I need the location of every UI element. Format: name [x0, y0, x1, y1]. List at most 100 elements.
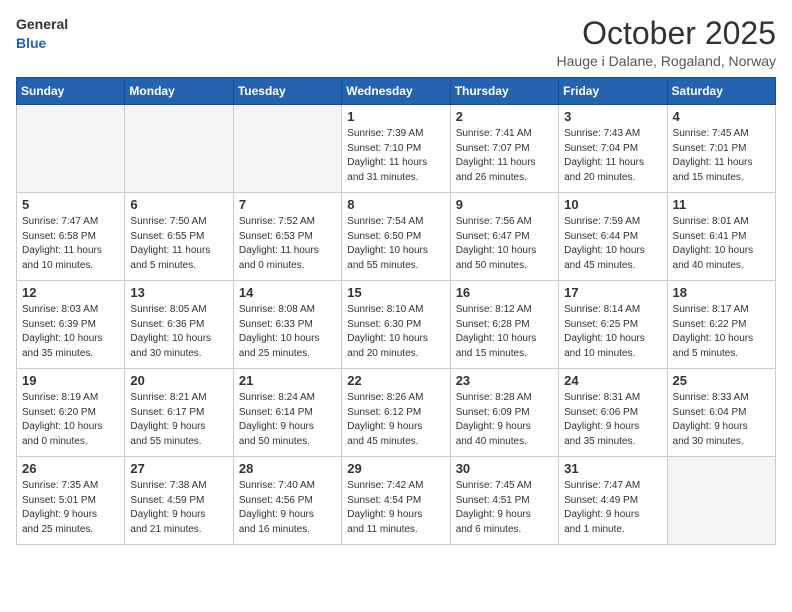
week-row-1: 1Sunrise: 7:39 AM Sunset: 7:10 PM Daylig… — [17, 105, 776, 193]
day-number-14: 14 — [239, 285, 336, 300]
day-number-13: 13 — [130, 285, 227, 300]
day-cell-4: 4 Sunrise: 7:45 AM Sunset: 7:01 PM Daylig… — [667, 105, 775, 193]
day-cell-19: 19 Sunrise: 8:19 AM Sunset: 6:20 PM Dayli… — [17, 369, 125, 457]
calendar-table: SundayMondayTuesdayWednesdayThursdayFrid… — [16, 77, 776, 545]
page-header: General Blue October 2025 Hauge i Dalane… — [16, 16, 776, 69]
day-info-16: Sunrise: 8:12 AM Sunset: 6:28 PM Dayligh… — [456, 303, 553, 361]
day-info-27: Sunrise: 7:38 AM Sunset: 4:59 PM Dayligh… — [130, 479, 227, 537]
day-number-29: 29 — [347, 461, 444, 476]
day-cell-13: 13 Sunrise: 8:05 AM Sunset: 6:36 PM Dayli… — [125, 281, 233, 369]
header-monday: Monday — [125, 78, 233, 105]
subtitle: Hauge i Dalane, Rogaland, Norway — [557, 53, 776, 69]
day-info-4: Sunrise: 7:45 AM Sunset: 7:01 PM Dayligh… — [673, 127, 770, 185]
day-cell-21: 21Sunrise: 8:24 AM Sunset: 6:14 PM Dayli… — [233, 369, 341, 457]
day-info-8: Sunrise: 7:54 AM Sunset: 6:50 PM Dayligh… — [347, 215, 444, 273]
month-title: October 2025 — [557, 16, 776, 51]
logo: General Blue — [16, 16, 88, 53]
day-number-12: 12 — [22, 285, 119, 300]
day-number-5: 5 — [22, 197, 119, 212]
week-row-5: 26Sunrise: 7:35 AM Sunset: 5:01 PM Dayli… — [17, 457, 776, 545]
day-number-3: 3 — [564, 109, 661, 124]
day-number-15: 15 — [347, 285, 444, 300]
day-cell-20: 20Sunrise: 8:21 AM Sunset: 6:17 PM Dayli… — [125, 369, 233, 457]
empty-cell-w0-d1 — [125, 105, 233, 193]
day-info-10: Sunrise: 7:59 AM Sunset: 6:44 PM Dayligh… — [564, 215, 661, 273]
day-cell-11: 11 Sunrise: 8:01 AM Sunset: 6:41 PM Dayli… — [667, 193, 775, 281]
day-cell-1: 1Sunrise: 7:39 AM Sunset: 7:10 PM Daylig… — [342, 105, 450, 193]
day-number-6: 6 — [130, 197, 227, 212]
day-number-7: 7 — [239, 197, 336, 212]
day-cell-29: 29 Sunrise: 7:42 AM Sunset: 4:54 PM Dayli… — [342, 457, 450, 545]
day-cell-8: 8 Sunrise: 7:54 AM Sunset: 6:50 PM Daylig… — [342, 193, 450, 281]
day-cell-23: 23 Sunrise: 8:28 AM Sunset: 6:09 PM Dayli… — [450, 369, 558, 457]
day-info-19: Sunrise: 8:19 AM Sunset: 6:20 PM Dayligh… — [22, 391, 119, 449]
day-cell-2: 2 Sunrise: 7:41 AM Sunset: 7:07 PM Daylig… — [450, 105, 558, 193]
day-info-12: Sunrise: 8:03 AM Sunset: 6:39 PM Dayligh… — [22, 303, 119, 361]
day-info-22: Sunrise: 8:26 AM Sunset: 6:12 PM Dayligh… — [347, 391, 444, 449]
day-cell-14: 14 Sunrise: 8:08 AM Sunset: 6:33 PM Dayli… — [233, 281, 341, 369]
day-number-24: 24 — [564, 373, 661, 388]
day-cell-15: 15 Sunrise: 8:10 AM Sunset: 6:30 PM Dayli… — [342, 281, 450, 369]
day-number-23: 23 — [456, 373, 553, 388]
day-cell-26: 26Sunrise: 7:35 AM Sunset: 5:01 PM Dayli… — [17, 457, 125, 545]
header-wednesday: Wednesday — [342, 78, 450, 105]
day-cell-16: 16 Sunrise: 8:12 AM Sunset: 6:28 PM Dayli… — [450, 281, 558, 369]
day-number-27: 27 — [130, 461, 227, 476]
empty-cell-w0-d2 — [233, 105, 341, 193]
day-cell-31: 31Sunrise: 7:47 AM Sunset: 4:49 PM Dayli… — [559, 457, 667, 545]
empty-cell-w4-d6 — [667, 457, 775, 545]
day-number-22: 22 — [347, 373, 444, 388]
day-number-11: 11 — [673, 197, 770, 212]
day-number-17: 17 — [564, 285, 661, 300]
header-row: SundayMondayTuesdayWednesdayThursdayFrid… — [17, 78, 776, 105]
header-saturday: Saturday — [667, 78, 775, 105]
logo-bird-icon — [70, 16, 88, 34]
day-number-19: 19 — [22, 373, 119, 388]
day-cell-18: 18 Sunrise: 8:17 AM Sunset: 6:22 PM Dayli… — [667, 281, 775, 369]
day-info-5: Sunrise: 7:47 AM Sunset: 6:58 PM Dayligh… — [22, 215, 119, 273]
day-info-28: Sunrise: 7:40 AM Sunset: 4:56 PM Dayligh… — [239, 479, 336, 537]
day-cell-6: 6Sunrise: 7:50 AM Sunset: 6:55 PM Daylig… — [125, 193, 233, 281]
day-number-16: 16 — [456, 285, 553, 300]
day-number-26: 26 — [22, 461, 119, 476]
day-info-24: Sunrise: 8:31 AM Sunset: 6:06 PM Dayligh… — [564, 391, 661, 449]
logo-blue: Blue — [16, 35, 46, 51]
day-info-14: Sunrise: 8:08 AM Sunset: 6:33 PM Dayligh… — [239, 303, 336, 361]
day-info-30: Sunrise: 7:45 AM Sunset: 4:51 PM Dayligh… — [456, 479, 553, 537]
day-cell-3: 3 Sunrise: 7:43 AM Sunset: 7:04 PM Daylig… — [559, 105, 667, 193]
week-row-4: 19 Sunrise: 8:19 AM Sunset: 6:20 PM Dayli… — [17, 369, 776, 457]
header-tuesday: Tuesday — [233, 78, 341, 105]
day-cell-24: 24 Sunrise: 8:31 AM Sunset: 6:06 PM Dayli… — [559, 369, 667, 457]
day-cell-25: 25Sunrise: 8:33 AM Sunset: 6:04 PM Dayli… — [667, 369, 775, 457]
day-info-11: Sunrise: 8:01 AM Sunset: 6:41 PM Dayligh… — [673, 215, 770, 273]
day-info-2: Sunrise: 7:41 AM Sunset: 7:07 PM Dayligh… — [456, 127, 553, 185]
title-block: October 2025 Hauge i Dalane, Rogaland, N… — [557, 16, 776, 69]
day-cell-9: 9Sunrise: 7:56 AM Sunset: 6:47 PM Daylig… — [450, 193, 558, 281]
day-info-29: Sunrise: 7:42 AM Sunset: 4:54 PM Dayligh… — [347, 479, 444, 537]
day-number-30: 30 — [456, 461, 553, 476]
day-info-7: Sunrise: 7:52 AM Sunset: 6:53 PM Dayligh… — [239, 215, 336, 273]
day-cell-28: 28Sunrise: 7:40 AM Sunset: 4:56 PM Dayli… — [233, 457, 341, 545]
day-info-25: Sunrise: 8:33 AM Sunset: 6:04 PM Dayligh… — [673, 391, 770, 449]
day-number-2: 2 — [456, 109, 553, 124]
day-number-4: 4 — [673, 109, 770, 124]
day-cell-27: 27 Sunrise: 7:38 AM Sunset: 4:59 PM Dayli… — [125, 457, 233, 545]
header-sunday: Sunday — [17, 78, 125, 105]
day-info-18: Sunrise: 8:17 AM Sunset: 6:22 PM Dayligh… — [673, 303, 770, 361]
day-info-1: Sunrise: 7:39 AM Sunset: 7:10 PM Dayligh… — [347, 127, 444, 185]
day-info-23: Sunrise: 8:28 AM Sunset: 6:09 PM Dayligh… — [456, 391, 553, 449]
day-number-21: 21 — [239, 373, 336, 388]
day-info-13: Sunrise: 8:05 AM Sunset: 6:36 PM Dayligh… — [130, 303, 227, 361]
day-number-18: 18 — [673, 285, 770, 300]
day-number-8: 8 — [347, 197, 444, 212]
day-info-31: Sunrise: 7:47 AM Sunset: 4:49 PM Dayligh… — [564, 479, 661, 537]
week-row-3: 12 Sunrise: 8:03 AM Sunset: 6:39 PM Dayli… — [17, 281, 776, 369]
day-cell-22: 22 Sunrise: 8:26 AM Sunset: 6:12 PM Dayli… — [342, 369, 450, 457]
day-cell-12: 12 Sunrise: 8:03 AM Sunset: 6:39 PM Dayli… — [17, 281, 125, 369]
day-info-3: Sunrise: 7:43 AM Sunset: 7:04 PM Dayligh… — [564, 127, 661, 185]
header-thursday: Thursday — [450, 78, 558, 105]
day-info-15: Sunrise: 8:10 AM Sunset: 6:30 PM Dayligh… — [347, 303, 444, 361]
day-info-17: Sunrise: 8:14 AM Sunset: 6:25 PM Dayligh… — [564, 303, 661, 361]
day-cell-10: 10Sunrise: 7:59 AM Sunset: 6:44 PM Dayli… — [559, 193, 667, 281]
day-cell-17: 17 Sunrise: 8:14 AM Sunset: 6:25 PM Dayli… — [559, 281, 667, 369]
